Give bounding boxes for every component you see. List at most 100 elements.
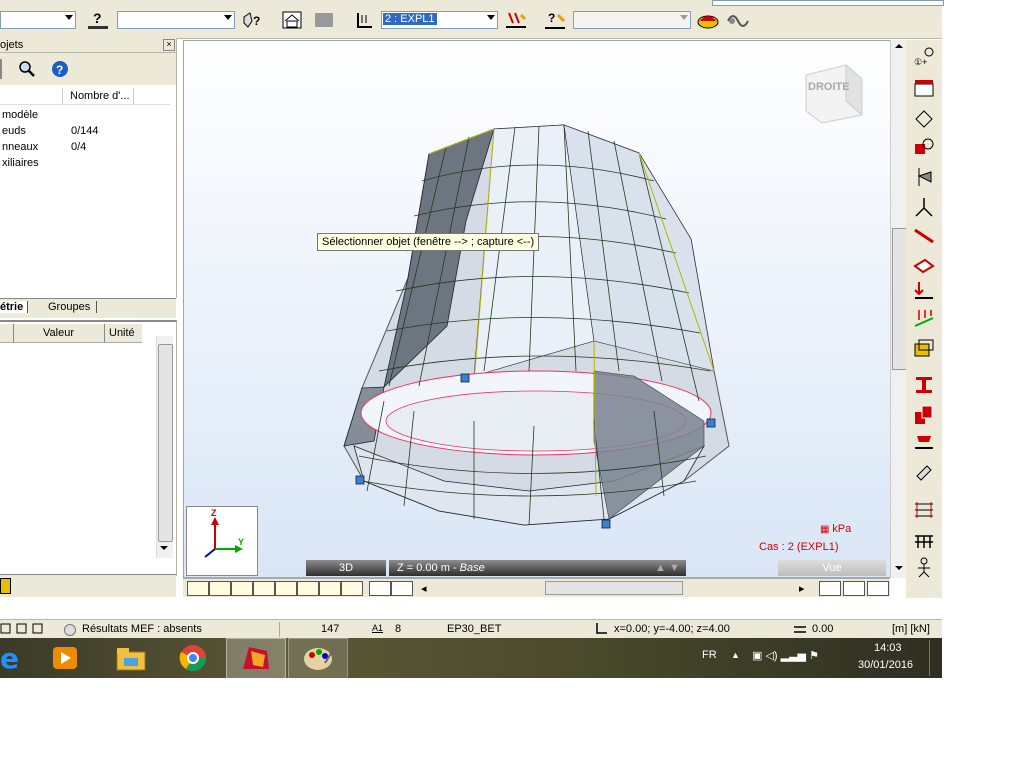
- grid-icon[interactable]: [913, 528, 935, 550]
- units-label[interactable]: [m] [kN]: [892, 623, 930, 635]
- view-tool-icon[interactable]: [297, 581, 319, 596]
- section-icon[interactable]: [913, 78, 935, 100]
- tab-geometrie[interactable]: étrie: [0, 301, 29, 313]
- column-header-unite[interactable]: Unité: [109, 327, 135, 339]
- model-canvas[interactable]: [184, 41, 892, 577]
- foundation-icon[interactable]: [913, 432, 935, 454]
- support-node[interactable]: [460, 373, 470, 383]
- view-tool-icon[interactable]: [843, 581, 865, 596]
- windows-taskbar: e FR ▲ ▣ ◁) ▂▃▅ ⚑ 14:03 30/01/2016: [0, 638, 942, 680]
- chart-icon[interactable]: [0, 578, 11, 594]
- load-display-icon[interactable]: [503, 9, 527, 31]
- close-icon[interactable]: ×: [163, 39, 175, 51]
- view-tool-icon[interactable]: [369, 581, 391, 596]
- surface-load-icon[interactable]: [913, 308, 935, 330]
- clock-time[interactable]: 14:03: [874, 642, 902, 654]
- dimension-icon[interactable]: [913, 498, 935, 520]
- show-hidden-icons-icon[interactable]: ▲: [731, 650, 740, 660]
- grey-block-icon[interactable]: [312, 9, 336, 31]
- list-item[interactable]: xiliaires: [0, 156, 170, 172]
- i-beam-icon[interactable]: [913, 374, 935, 396]
- panel-load-icon[interactable]: [913, 338, 935, 360]
- list-item[interactable]: nneaux 0/4: [0, 140, 170, 156]
- file-explorer-icon[interactable]: [114, 644, 148, 672]
- chevron-down-icon[interactable]: [224, 15, 232, 20]
- media-player-icon[interactable]: [50, 644, 80, 672]
- view-tool-icon[interactable]: [253, 581, 275, 596]
- view-tool-icon[interactable]: [341, 581, 363, 596]
- support-node[interactable]: [706, 418, 716, 428]
- support-node[interactable]: [355, 475, 365, 485]
- structure-icon[interactable]: [280, 9, 304, 31]
- scroll-left-icon[interactable]: ◂: [421, 582, 427, 595]
- copy-icon[interactable]: [913, 404, 935, 426]
- view-tool-icon[interactable]: [231, 581, 253, 596]
- beam-icon[interactable]: [913, 224, 935, 246]
- column-header-valeur[interactable]: Valeur: [43, 327, 74, 339]
- combo-mid[interactable]: [117, 11, 235, 29]
- robot-app-button[interactable]: [226, 638, 286, 680]
- viewport-vertical-scrollbar[interactable]: [890, 40, 907, 578]
- view-tool-icon[interactable]: [187, 581, 209, 596]
- help-query-icon[interactable]: ?: [86, 9, 110, 31]
- top-field[interactable]: [712, 0, 944, 6]
- view-cube[interactable]: DROITE: [800, 61, 866, 125]
- paint-app-button[interactable]: [288, 638, 348, 680]
- scrollbar-thumb[interactable]: [892, 228, 907, 370]
- chevron-down-icon[interactable]: [65, 15, 73, 20]
- scroll-up-icon[interactable]: [895, 44, 903, 48]
- show-desktop-button[interactable]: [929, 640, 942, 676]
- diagram-icon[interactable]: [696, 9, 720, 31]
- person-load-icon[interactable]: [913, 556, 935, 578]
- viewport-3d[interactable]: DROITE Sélectionner objet (fenêtre --> ;…: [183, 40, 893, 578]
- view-tool-icon[interactable]: [275, 581, 297, 596]
- chevron-down-icon[interactable]: [487, 15, 495, 20]
- vertical-scrollbar[interactable]: [156, 336, 173, 558]
- slab-icon[interactable]: [913, 254, 935, 276]
- view-mode-button[interactable]: 3D: [306, 560, 386, 576]
- chrome-icon[interactable]: [178, 644, 208, 672]
- view-tool-icon[interactable]: [209, 581, 231, 596]
- load-case-select[interactable]: 2 : EXPL1: [381, 11, 498, 29]
- node-numbering-icon[interactable]: ①+: [913, 46, 935, 68]
- list-item[interactable]: euds 0/144: [0, 124, 170, 140]
- profile-icon[interactable]: [913, 166, 935, 188]
- internet-explorer-icon[interactable]: e: [0, 642, 28, 675]
- pointer-help-icon[interactable]: ?: [240, 9, 264, 31]
- scroll-right-icon[interactable]: ▸: [799, 582, 805, 595]
- load-case-icon[interactable]: [352, 9, 376, 31]
- view-button[interactable]: Vue: [778, 560, 886, 576]
- tray-icons[interactable]: ▣ ◁) ▂▃▅ ⚑: [752, 649, 819, 662]
- help-icon[interactable]: ?: [51, 60, 69, 81]
- search-icon[interactable]: [18, 60, 36, 81]
- scroll-down-icon[interactable]: [160, 546, 168, 550]
- view-tool-icon[interactable]: [391, 581, 413, 596]
- support-icon[interactable]: [913, 196, 935, 218]
- chevron-down-icon[interactable]: [680, 15, 688, 20]
- wall-icon[interactable]: [913, 462, 935, 484]
- material-icon[interactable]: [913, 136, 935, 158]
- level-bar[interactable]: Z = 0.00 m - Base ▲ ▼: [389, 560, 686, 576]
- list-item[interactable]: modèle: [0, 108, 170, 124]
- horizontal-scrollbar-thumb[interactable]: [545, 581, 683, 595]
- selection-count: 147: [321, 623, 340, 635]
- diamond-icon[interactable]: [913, 108, 935, 130]
- wave-icon[interactable]: [726, 9, 750, 31]
- view-tool-icon[interactable]: [867, 581, 889, 596]
- combo-right[interactable]: [573, 11, 691, 29]
- scrollbar-thumb[interactable]: [158, 344, 173, 542]
- support-node[interactable]: [601, 519, 611, 529]
- view-tool-icon[interactable]: [319, 581, 341, 596]
- view-tool-icon[interactable]: [819, 581, 841, 596]
- scroll-down-icon[interactable]: [895, 566, 903, 570]
- tab-groupes[interactable]: Groupes: [42, 301, 98, 313]
- up-down-arrows-icon[interactable]: ▲ ▼: [655, 560, 680, 576]
- combo-left[interactable]: [0, 11, 76, 29]
- language-indicator[interactable]: FR: [702, 649, 717, 661]
- clock-date[interactable]: 30/01/2016: [858, 659, 913, 671]
- objects-panel-title: ojets: [0, 39, 24, 51]
- load-help-icon[interactable]: ?: [542, 9, 566, 31]
- point-load-icon[interactable]: [913, 280, 935, 302]
- view-mode-icons[interactable]: [0, 623, 48, 638]
- column-header-nombre[interactable]: Nombre d'...: [70, 90, 130, 102]
